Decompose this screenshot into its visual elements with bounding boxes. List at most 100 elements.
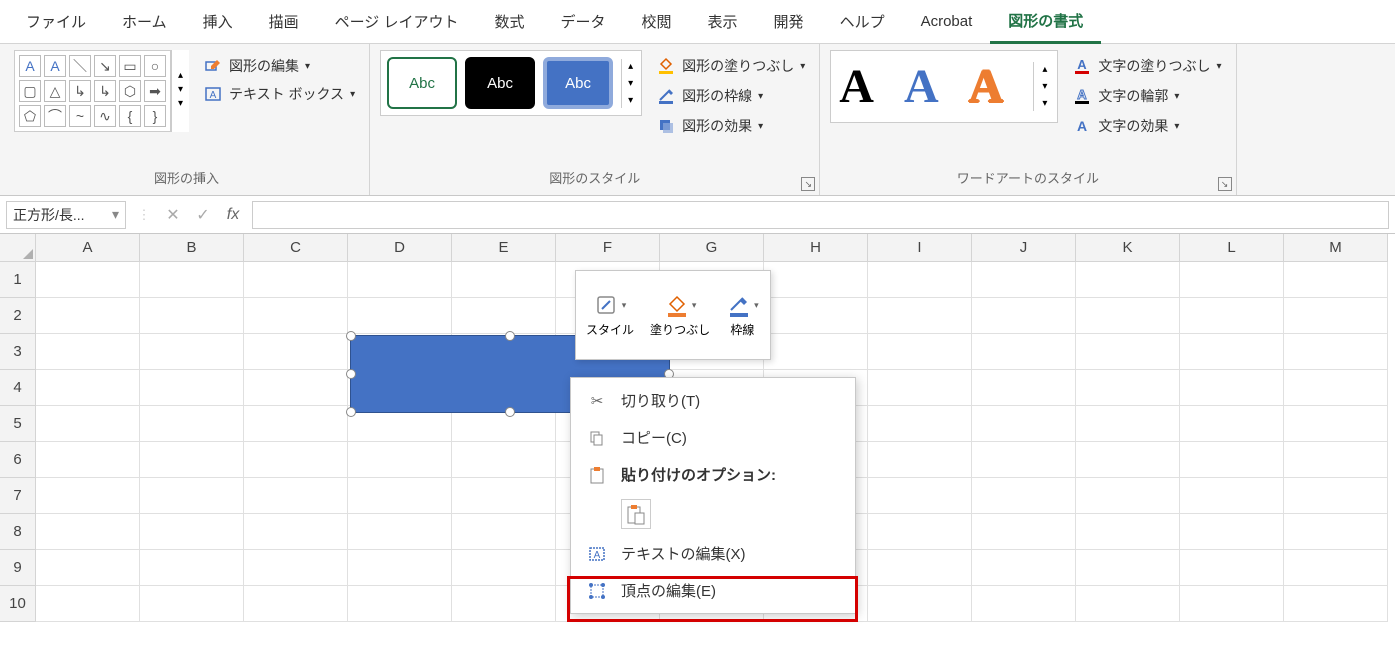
- tab-developer[interactable]: 開発: [756, 1, 822, 42]
- cell[interactable]: [868, 262, 972, 298]
- shapes-gallery-expand[interactable]: ▴ ▾ ▾: [171, 50, 189, 132]
- cell[interactable]: [1180, 550, 1284, 586]
- shape-rightarrow-icon[interactable]: ➡: [144, 80, 166, 102]
- col-header[interactable]: D: [348, 234, 452, 262]
- cell[interactable]: [348, 478, 452, 514]
- cell[interactable]: [1284, 262, 1388, 298]
- cell[interactable]: [1284, 298, 1388, 334]
- cell[interactable]: [452, 478, 556, 514]
- cancel-formula-button[interactable]: ✕: [162, 204, 184, 226]
- shape-arc-icon[interactable]: ⌒: [44, 105, 66, 127]
- row-header[interactable]: 2: [0, 298, 36, 334]
- col-header[interactable]: H: [764, 234, 868, 262]
- cell[interactable]: [452, 586, 556, 622]
- shape-fill-button[interactable]: 図形の塗りつぶし ▾: [656, 56, 805, 76]
- shape-star-icon[interactable]: ⬠: [19, 105, 41, 127]
- cell[interactable]: [140, 406, 244, 442]
- resize-handle[interactable]: [346, 407, 356, 417]
- cell[interactable]: [140, 478, 244, 514]
- tab-view[interactable]: 表示: [690, 1, 756, 42]
- row-header[interactable]: 3: [0, 334, 36, 370]
- shape-textbox2-icon[interactable]: A: [44, 55, 66, 77]
- ctx-edit-points[interactable]: 頂点の編集(E): [571, 572, 855, 609]
- style-preset-3[interactable]: Abc: [543, 57, 613, 109]
- cell[interactable]: [868, 298, 972, 334]
- cell[interactable]: [140, 586, 244, 622]
- accept-formula-button[interactable]: ✓: [192, 204, 214, 226]
- cell[interactable]: [36, 298, 140, 334]
- cell[interactable]: [244, 406, 348, 442]
- wordart-gallery[interactable]: A A A ▴ ▾ ▾: [830, 50, 1058, 123]
- cell[interactable]: [1284, 442, 1388, 478]
- cell[interactable]: [1284, 406, 1388, 442]
- col-header[interactable]: G: [660, 234, 764, 262]
- cell[interactable]: [1180, 334, 1284, 370]
- cell[interactable]: [348, 298, 452, 334]
- cell[interactable]: [868, 586, 972, 622]
- tab-acrobat[interactable]: Acrobat: [903, 3, 991, 40]
- shape-roundrect-icon[interactable]: ▢: [19, 80, 41, 102]
- text-fill-button[interactable]: A 文字の塗りつぶし ▾: [1072, 56, 1221, 76]
- col-header[interactable]: E: [452, 234, 556, 262]
- row-header[interactable]: 8: [0, 514, 36, 550]
- cell[interactable]: [348, 586, 452, 622]
- cell[interactable]: [1180, 478, 1284, 514]
- cell[interactable]: [868, 370, 972, 406]
- row-header[interactable]: 5: [0, 406, 36, 442]
- cell[interactable]: [36, 406, 140, 442]
- cell[interactable]: [140, 334, 244, 370]
- cell[interactable]: [1180, 514, 1284, 550]
- cell[interactable]: [452, 262, 556, 298]
- cell[interactable]: [36, 478, 140, 514]
- ctx-cut[interactable]: ✂ 切り取り(T): [571, 382, 855, 419]
- shape-brace2-icon[interactable]: }: [144, 105, 166, 127]
- style-preset-1[interactable]: Abc: [387, 57, 457, 109]
- col-header[interactable]: A: [36, 234, 140, 262]
- col-header[interactable]: K: [1076, 234, 1180, 262]
- cell[interactable]: [1076, 262, 1180, 298]
- tab-formulas[interactable]: 数式: [476, 1, 542, 42]
- wordart-dialog-launcher[interactable]: ↘: [1218, 177, 1232, 191]
- cell[interactable]: [244, 442, 348, 478]
- cell[interactable]: [1180, 262, 1284, 298]
- row-header[interactable]: 7: [0, 478, 36, 514]
- cell[interactable]: [1180, 370, 1284, 406]
- shape-triangle-icon[interactable]: △: [44, 80, 66, 102]
- tab-insert[interactable]: 挿入: [185, 1, 251, 42]
- resize-handle[interactable]: [346, 331, 356, 341]
- cell[interactable]: [868, 442, 972, 478]
- tab-review[interactable]: 校閲: [624, 1, 690, 42]
- cell[interactable]: [36, 442, 140, 478]
- wordart-gallery-expand[interactable]: ▴ ▾ ▾: [1033, 62, 1049, 111]
- col-header[interactable]: J: [972, 234, 1076, 262]
- text-outline-button[interactable]: A 文字の輪郭 ▾: [1072, 86, 1221, 106]
- cell[interactable]: [972, 406, 1076, 442]
- cell[interactable]: [1284, 586, 1388, 622]
- cell[interactable]: [972, 442, 1076, 478]
- cell[interactable]: [1076, 406, 1180, 442]
- cell[interactable]: [972, 478, 1076, 514]
- col-header[interactable]: F: [556, 234, 660, 262]
- cell[interactable]: [972, 514, 1076, 550]
- shape-line-icon[interactable]: ＼: [69, 55, 91, 77]
- style-preset-2[interactable]: Abc: [465, 57, 535, 109]
- col-header[interactable]: B: [140, 234, 244, 262]
- cell[interactable]: [972, 370, 1076, 406]
- cell[interactable]: [1284, 334, 1388, 370]
- cell[interactable]: [244, 298, 348, 334]
- cell[interactable]: [36, 334, 140, 370]
- cell[interactable]: [1076, 334, 1180, 370]
- resize-handle[interactable]: [505, 331, 515, 341]
- cell[interactable]: [140, 298, 244, 334]
- edit-shape-button[interactable]: 図形の編集 ▾: [199, 54, 359, 78]
- cell[interactable]: [348, 550, 452, 586]
- cell[interactable]: [348, 514, 452, 550]
- cell[interactable]: [972, 298, 1076, 334]
- cell[interactable]: [868, 334, 972, 370]
- wordart-preset-2[interactable]: A: [904, 59, 939, 114]
- cell[interactable]: [868, 550, 972, 586]
- cell[interactable]: [764, 298, 868, 334]
- row-header[interactable]: 6: [0, 442, 36, 478]
- col-header[interactable]: C: [244, 234, 348, 262]
- shape-connector2-icon[interactable]: ↳: [94, 80, 116, 102]
